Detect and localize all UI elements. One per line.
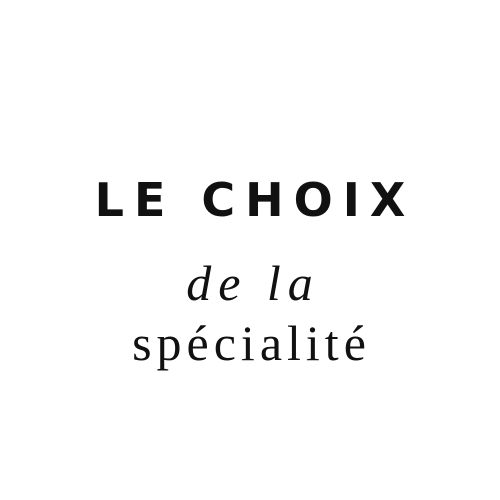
logo-line-de-la: de la xyxy=(186,255,320,311)
logo-canvas: LE CHOIX de la spécialité xyxy=(0,0,500,500)
logo-line-specialite: spécialité xyxy=(132,315,371,371)
logo-line-le-choix: LE CHOIX xyxy=(94,173,416,227)
